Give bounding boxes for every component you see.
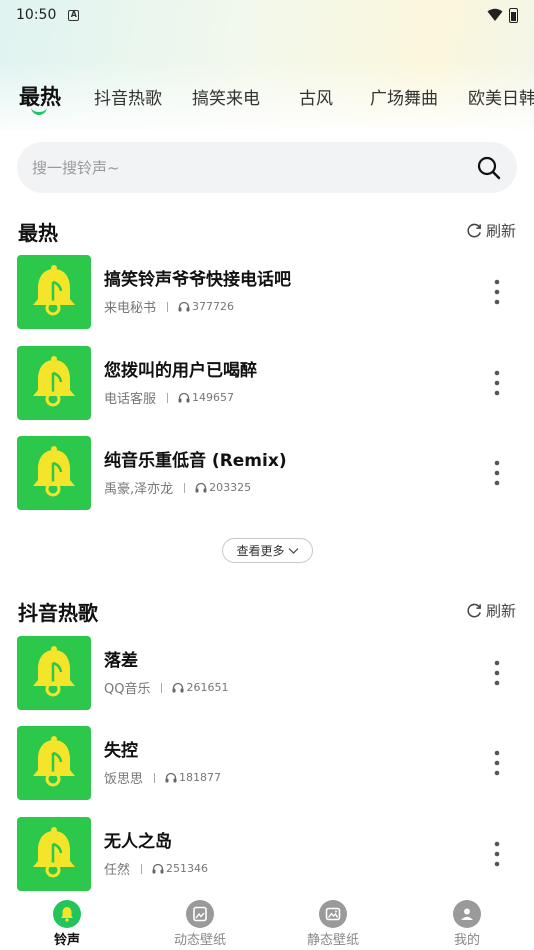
tab-western-jpkr[interactable]: 欧美日韩 [468, 84, 534, 109]
ringtone-title: 搞笑铃声爷爷快接电话吧 [104, 270, 291, 290]
section-title-hottest: 最热 [18, 221, 58, 245]
ringtone-cover [17, 726, 91, 800]
see-more-label: 查看更多 [236, 544, 285, 558]
ringtone-artist: 电话客服 [104, 392, 157, 407]
nav-label: 静态壁纸 [306, 933, 359, 948]
ringtone-artist: 饭思思 [104, 772, 144, 787]
ringtone-meta: 来电秘书 377726 [104, 297, 234, 316]
ringtone-artist: QQ音乐 [104, 682, 151, 697]
ringtone-cover [17, 636, 91, 710]
bell-music-icon [33, 446, 75, 497]
ringtone-row[interactable]: 失控 饭思思 181877 [17, 726, 517, 800]
ringtone-row[interactable]: 无人之岛 任然 251346 [17, 817, 517, 891]
more-options-icon[interactable] [491, 277, 503, 307]
ringtone-cover [17, 436, 91, 510]
ringtone-cover [17, 346, 91, 420]
bell-music-icon [33, 646, 75, 697]
divider [154, 772, 156, 783]
refresh-label: 刷新 [485, 602, 516, 620]
refresh-button[interactable]: 刷新 [466, 220, 516, 241]
see-more-button[interactable]: 查看更多 [222, 538, 313, 563]
ringtone-artist: 任然 [104, 863, 131, 878]
ringtone-meta: 饭思思 181877 [104, 768, 221, 787]
refresh-button[interactable]: 刷新 [466, 600, 516, 621]
nav-static-wallpaper[interactable]: 静态壁纸 [293, 900, 373, 948]
nav-profile[interactable]: 我的 [427, 900, 507, 948]
more-options-icon[interactable] [491, 839, 503, 869]
divider [167, 392, 169, 403]
headphones-icon [178, 392, 190, 403]
status-icons [487, 7, 518, 23]
ringtone-meta: QQ音乐 261651 [104, 678, 228, 697]
ringtone-title: 落差 [104, 651, 138, 671]
tab-douyin-hits[interactable]: 抖音热歌 [94, 84, 162, 109]
ringtone-title: 您拨叫的用户已喝醉 [104, 361, 257, 381]
chevron-down-icon [288, 547, 298, 554]
divider [184, 482, 186, 493]
wifi-icon [487, 8, 503, 21]
play-count: 251346 [166, 862, 209, 875]
status-bar: 10:50 A [0, 0, 534, 30]
ringtone-title: 纯音乐重低音 (Remix) [104, 451, 287, 471]
ringtone-row[interactable]: 落差 QQ音乐 261651 [17, 636, 517, 710]
headphones-icon [178, 301, 190, 312]
play-count: 181877 [179, 771, 222, 784]
ringtone-artist: 禹豪,泽亦龙 [104, 482, 174, 497]
notification-icon: A [68, 9, 80, 21]
section-title-douyin-hits: 抖音热歌 [18, 601, 98, 625]
bell-music-icon [33, 265, 75, 316]
nav-label: 我的 [453, 933, 480, 948]
headphones-icon [195, 482, 207, 493]
ringtone-cover [17, 817, 91, 891]
tab-ancient-style[interactable]: 古风 [299, 84, 333, 109]
headphones-icon [152, 863, 164, 874]
ringtone-cover [17, 255, 91, 329]
category-tabs: 最热 抖音热歌 搞笑来电 古风 广场舞曲 欧美日韩 [0, 80, 534, 120]
ringtone-icon [53, 900, 81, 928]
more-options-icon[interactable] [491, 748, 503, 778]
refresh-icon [467, 223, 481, 238]
play-count: 149657 [192, 391, 235, 404]
ringtone-row[interactable]: 您拨叫的用户已喝醉 电话客服 149657 [17, 346, 517, 420]
refresh-label: 刷新 [485, 222, 516, 240]
headphones-icon [172, 682, 184, 693]
ringtone-title: 无人之岛 [104, 832, 172, 852]
nav-ringtones[interactable]: 铃声 [27, 900, 107, 948]
more-options-icon[interactable] [491, 658, 503, 688]
play-count: 261651 [186, 681, 229, 694]
search-input[interactable] [32, 158, 476, 177]
ringtone-meta: 任然 251346 [104, 859, 208, 878]
search-icon[interactable] [476, 155, 502, 181]
nav-live-wallpaper[interactable]: 动态壁纸 [160, 900, 240, 948]
divider [141, 863, 143, 874]
more-options-icon[interactable] [491, 458, 503, 488]
profile-icon [453, 900, 481, 928]
status-time: 10:50 [16, 7, 57, 23]
tab-square-dance[interactable]: 广场舞曲 [370, 84, 438, 109]
nav-label: 铃声 [53, 933, 80, 948]
bottom-nav: 铃声 动态壁纸 静态壁纸 我的 [0, 896, 534, 950]
ringtone-title: 失控 [104, 741, 138, 761]
headphones-icon [165, 772, 177, 783]
bell-music-icon [33, 356, 75, 407]
live-wallpaper-icon [186, 900, 214, 928]
nav-label: 动态壁纸 [173, 933, 226, 948]
ringtone-meta: 禹豪,泽亦龙 203325 [104, 478, 251, 497]
bell-music-icon [33, 736, 75, 787]
divider [161, 682, 163, 693]
play-count: 377726 [192, 300, 235, 313]
play-count: 203325 [209, 481, 252, 494]
search-bar[interactable] [17, 142, 517, 193]
refresh-icon [467, 603, 481, 618]
more-options-icon[interactable] [491, 368, 503, 398]
ringtone-meta: 电话客服 149657 [104, 388, 234, 407]
bell-music-icon [33, 827, 75, 878]
battery-icon [509, 7, 518, 23]
static-wallpaper-icon [319, 900, 347, 928]
divider [167, 301, 169, 312]
tab-funny-ringtones[interactable]: 搞笑来电 [192, 84, 260, 109]
ringtone-artist: 来电秘书 [104, 301, 157, 316]
ringtone-row[interactable]: 搞笑铃声爷爷快接电话吧 来电秘书 377726 [17, 255, 517, 329]
ringtone-row[interactable]: 纯音乐重低音 (Remix) 禹豪,泽亦龙 203325 [17, 436, 517, 510]
